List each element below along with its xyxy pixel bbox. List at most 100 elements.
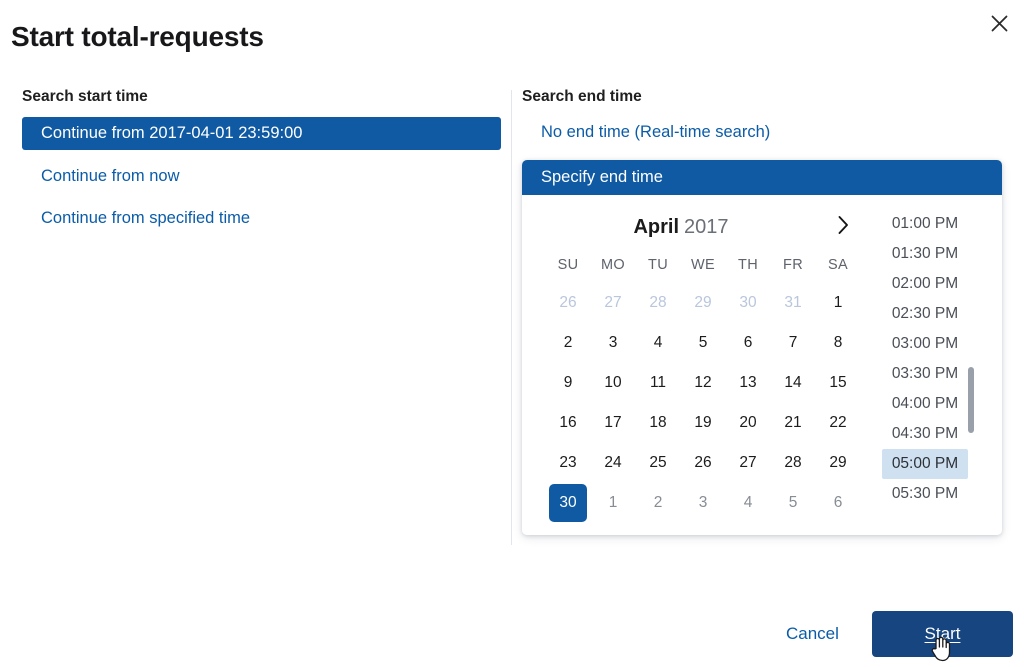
calendar-day[interactable]: 31	[771, 283, 816, 323]
calendar-day[interactable]: 29	[816, 443, 861, 483]
calendar-day[interactable]: 27	[726, 443, 771, 483]
calendar-day-label: 7	[788, 334, 798, 351]
calendar-day[interactable]: 1	[816, 283, 861, 323]
calendar-day-label: 31	[784, 294, 802, 311]
calendar-day-label: 19	[694, 414, 712, 431]
calendar-day[interactable]: 19	[681, 403, 726, 443]
weekday-label: SU	[557, 257, 579, 273]
calendar-day[interactable]: 3	[681, 483, 726, 523]
calendar-day-label: 17	[604, 414, 622, 431]
calendar-day[interactable]: 4	[726, 483, 771, 523]
calendar-day[interactable]: 8	[816, 323, 861, 363]
calendar-day[interactable]: 6	[816, 483, 861, 523]
time-list-item[interactable]: 03:30 PM	[882, 359, 968, 389]
calendar-day-grid: 26 27 28 29 30 31 1 2 3 4 5 6 7 8 9 10 11 12 13 14 15 16 17 18 1…	[522, 283, 880, 523]
calendar-day[interactable]: 18	[636, 403, 681, 443]
time-list-item[interactable]: 04:00 PM	[882, 389, 968, 419]
calendar-day-label: 22	[829, 414, 847, 431]
calendar-day-label: 9	[563, 374, 573, 391]
calendar-day-label: 4	[653, 334, 663, 351]
calendar-day-label: 12	[694, 374, 712, 391]
end-option-specify-end-time[interactable]: Specify end time	[522, 160, 1002, 195]
time-list-item[interactable]: 01:00 PM	[882, 209, 968, 239]
calendar-day-label: 3	[698, 494, 708, 511]
search-start-time-heading: Search start time	[22, 88, 148, 105]
calendar-next-month-button[interactable]	[828, 212, 858, 242]
calendar-day-label: 15	[829, 374, 847, 391]
calendar-day[interactable]: 2	[546, 323, 591, 363]
calendar-day[interactable]: 27	[591, 283, 636, 323]
calendar-day-label: 1	[608, 494, 618, 511]
calendar-day-label: 30	[549, 484, 587, 522]
calendar-day-label: 27	[604, 294, 622, 311]
calendar-day[interactable]: 21	[771, 403, 816, 443]
calendar-day[interactable]: 23	[546, 443, 591, 483]
calendar-month-year: April 2017	[522, 216, 880, 239]
time-list-item[interactable]: 05:30 PM	[882, 479, 968, 509]
time-list-item[interactable]: 02:00 PM	[882, 269, 968, 299]
calendar-day[interactable]: 12	[681, 363, 726, 403]
calendar-day-label: 6	[833, 494, 843, 511]
calendar-day-label: 6	[743, 334, 753, 351]
calendar-day-label: 21	[784, 414, 802, 431]
time-list-item[interactable]: 05:00 PM	[882, 449, 968, 479]
calendar-day[interactable]: 30	[546, 483, 591, 523]
end-option-no-end-time[interactable]: No end time (Real-time search)	[522, 117, 1002, 147]
calendar-day-label: 8	[833, 334, 843, 351]
calendar-day[interactable]: 24	[591, 443, 636, 483]
calendar-day[interactable]: 4	[636, 323, 681, 363]
calendar-day[interactable]: 15	[816, 363, 861, 403]
time-list-item[interactable]: 01:30 PM	[882, 239, 968, 269]
calendar-day[interactable]: 20	[726, 403, 771, 443]
calendar-day[interactable]: 1	[591, 483, 636, 523]
time-list-item[interactable]: 02:30 PM	[882, 299, 968, 329]
calendar-day[interactable]: 17	[591, 403, 636, 443]
calendar-day[interactable]: 11	[636, 363, 681, 403]
start-button[interactable]: Start	[872, 611, 1013, 657]
calendar-day-label: 23	[559, 454, 577, 471]
calendar-day-label: 28	[784, 454, 802, 471]
calendar-day[interactable]: 14	[771, 363, 816, 403]
calendar: April 2017 SU MO TU WE TH FR SA 26 27 28…	[522, 195, 880, 535]
calendar-day[interactable]: 16	[546, 403, 591, 443]
calendar-day[interactable]: 26	[546, 283, 591, 323]
calendar-day[interactable]: 5	[771, 483, 816, 523]
calendar-day[interactable]: 28	[771, 443, 816, 483]
calendar-day[interactable]: 7	[771, 323, 816, 363]
calendar-day[interactable]: 10	[591, 363, 636, 403]
start-option-continue-from-date[interactable]: Continue from 2017-04-01 23:59:00	[22, 117, 501, 150]
calendar-day[interactable]: 29	[681, 283, 726, 323]
calendar-day[interactable]: 13	[726, 363, 771, 403]
time-list-scrollbar-thumb[interactable]	[968, 367, 974, 433]
datetime-picker: April 2017 SU MO TU WE TH FR SA 26 27 28…	[522, 195, 1002, 535]
weekday-label: TU	[648, 257, 668, 273]
cancel-button[interactable]: Cancel	[786, 622, 839, 646]
calendar-day[interactable]: 5	[681, 323, 726, 363]
weekday-label: FR	[783, 257, 803, 273]
search-end-time-heading: Search end time	[522, 88, 642, 105]
weekday-label: TH	[738, 257, 758, 273]
time-list-item[interactable]: 04:30 PM	[882, 419, 968, 449]
calendar-day[interactable]: 22	[816, 403, 861, 443]
calendar-day-label: 5	[698, 334, 708, 351]
start-option-continue-from-now[interactable]: Continue from now	[22, 160, 501, 192]
calendar-header: April 2017	[522, 207, 880, 247]
time-list-item[interactable]: 03:00 PM	[882, 329, 968, 359]
calendar-day[interactable]: 30	[726, 283, 771, 323]
calendar-day-label: 20	[739, 414, 757, 431]
close-button[interactable]	[980, 4, 1018, 42]
specify-end-time-label: Specify end time	[541, 168, 663, 186]
calendar-day[interactable]: 2	[636, 483, 681, 523]
calendar-day[interactable]: 28	[636, 283, 681, 323]
calendar-day-label: 25	[649, 454, 667, 471]
calendar-day-label: 14	[784, 374, 802, 391]
start-option-label: Continue from specified time	[41, 208, 251, 227]
calendar-day[interactable]: 6	[726, 323, 771, 363]
calendar-day[interactable]: 25	[636, 443, 681, 483]
calendar-day[interactable]: 3	[591, 323, 636, 363]
calendar-day[interactable]: 26	[681, 443, 726, 483]
calendar-day[interactable]: 9	[546, 363, 591, 403]
cancel-label: Cancel	[786, 624, 839, 643]
time-list: 01:00 PM 01:30 PM 02:00 PM 02:30 PM 03:00 PM…	[880, 209, 1002, 509]
start-option-continue-from-specified-time[interactable]: Continue from specified time	[22, 202, 501, 234]
